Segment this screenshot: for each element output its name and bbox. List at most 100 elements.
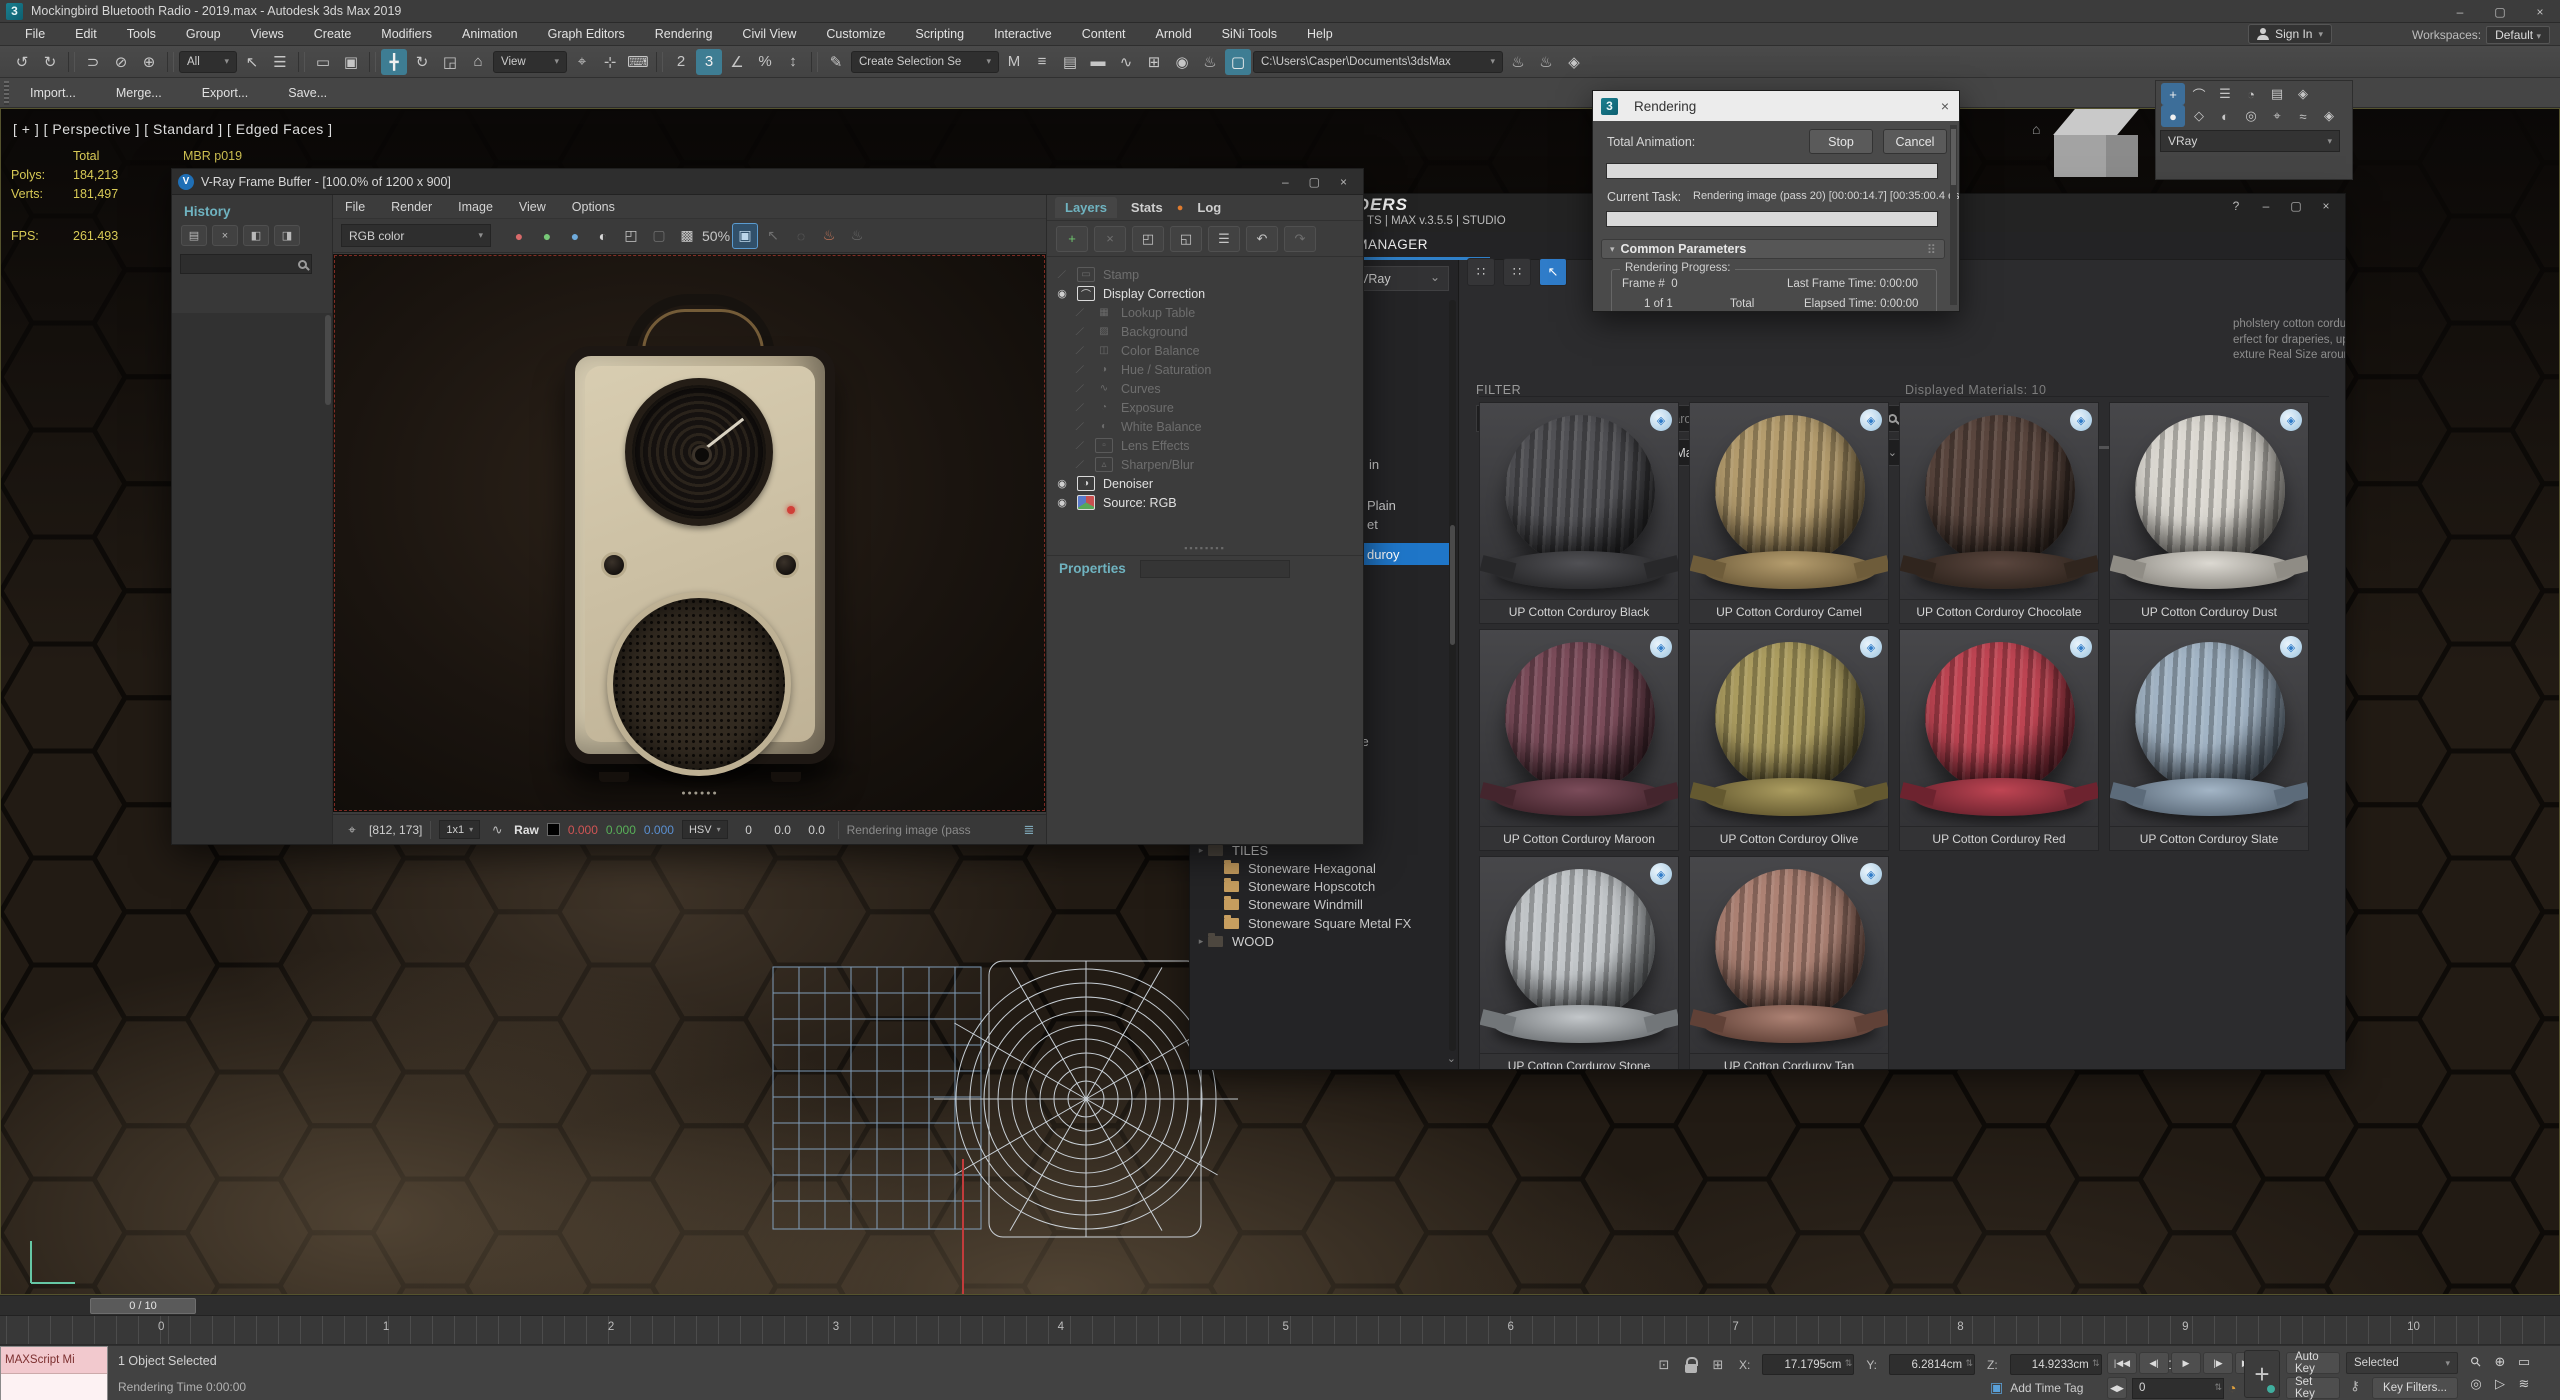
menu-item[interactable]: Rendering <box>640 27 728 41</box>
toolbar-command[interactable]: Save... <box>288 86 327 100</box>
layer-visibility-eye-icon[interactable]: ◉ <box>1057 287 1067 300</box>
edit-named-selection-sets[interactable]: ✎ <box>823 49 849 75</box>
time-slider[interactable]: 0 / 10 <box>0 1295 2560 1316</box>
material-thumbnail[interactable]: ◈ <box>1480 403 1678 599</box>
layer-disabled-icon[interactable]: ∕ <box>1077 345 1084 357</box>
material-thumbnail[interactable]: ◈ <box>1690 857 1888 1053</box>
hierarchy-tab[interactable]: ☰ <box>2213 83 2237 105</box>
material-thumbnail[interactable]: ◈ <box>1690 403 1888 599</box>
viewcube-home-icon[interactable]: ⌂ <box>2032 121 2040 137</box>
menu-item[interactable]: File <box>10 27 60 41</box>
vfb-menu-item[interactable]: Options <box>572 200 615 214</box>
vfb-menu-item[interactable]: File <box>345 200 365 214</box>
toolbar-grip[interactable] <box>4 81 9 105</box>
geometry-category[interactable]: ● <box>2161 105 2185 127</box>
select-by-name[interactable]: ☰ <box>267 49 293 75</box>
vfb-layer-row[interactable]: ◉ ∕ ▵ Sharpen/Blur <box>1047 455 1363 474</box>
material-card[interactable]: ◈ UP Cotton Corduroy Dust <box>2109 402 2309 624</box>
snaps-toggle-3d[interactable]: 3 <box>696 49 722 75</box>
toolbar-command[interactable]: Export... <box>202 86 249 100</box>
vfb-layer-row[interactable]: ◉ ∕ ⌒ Display Correction <box>1047 284 1363 303</box>
set-keys-button[interactable]: + <box>2244 1350 2280 1398</box>
zoom-extents-all[interactable]: ⊕ <box>2489 1351 2511 1373</box>
separator[interactable] <box>369 52 376 72</box>
window-close[interactable]: × <box>2520 0 2560 23</box>
scroll-down-icon[interactable]: ⌄ <box>1447 1052 1456 1065</box>
add-layer[interactable]: + <box>1056 226 1088 252</box>
history-scrollbar[interactable] <box>325 315 331 405</box>
vfb-layer-row[interactable]: ◉ ∕ ◔ Exposure <box>1047 398 1363 417</box>
layer-disabled-icon[interactable]: ∕ <box>1077 402 1084 414</box>
workspaces-control[interactable]: Workspaces: Default ▾ <box>2412 26 2550 44</box>
history-thumbnails[interactable]: ▤ <box>181 225 207 246</box>
render-vray[interactable]: ◈ <box>1561 49 1587 75</box>
viewcube[interactable]: ⌂ <box>2046 108 2156 201</box>
zoom-region[interactable]: ▭ <box>2513 1351 2535 1373</box>
object-category-dropdown[interactable]: VRay <box>2160 130 2340 152</box>
mirror[interactable]: M <box>1001 49 1027 75</box>
tab-log[interactable]: Log <box>1187 197 1231 218</box>
zoom-level-badge[interactable]: 50% <box>702 223 730 249</box>
select-and-link[interactable]: ⊃ <box>80 49 106 75</box>
menu-item[interactable]: Content <box>1067 27 1141 41</box>
layer-visibility-eye-icon[interactable]: ◉ <box>1057 477 1067 490</box>
vfb-maximize[interactable]: ▢ <box>1309 175 1320 189</box>
x-coordinate-field[interactable]: 17.1795cm <box>1762 1354 1854 1375</box>
rollout-grip-icon[interactable]: ⠿ <box>1927 242 1936 257</box>
cameras-category[interactable]: ◎ <box>2239 105 2263 127</box>
color-curve-icon[interactable]: ∿ <box>488 821 506 839</box>
vfb-minimize[interactable]: – <box>1282 175 1289 189</box>
vfb-layer-row[interactable]: ◉ ∕ ▦ Lookup Table <box>1047 303 1363 322</box>
render-setup[interactable]: ♨ <box>1197 49 1223 75</box>
y-coordinate-field[interactable]: 6.2814cm <box>1889 1354 1975 1375</box>
menu-item[interactable]: Group <box>171 27 236 41</box>
select-and-manipulate[interactable]: ⊹ <box>597 49 623 75</box>
maxscript-mini-listener[interactable]: MAXScript Mi <box>0 1346 108 1400</box>
named-selection-sets-dropdown[interactable]: Create Selection Se <box>851 51 999 73</box>
vfb-menu-item[interactable]: View <box>519 200 546 214</box>
vfb-menu-item[interactable]: Image <box>458 200 493 214</box>
vfb-layer-row[interactable]: ◉ ∕ ◈ Source: RGB <box>1047 493 1363 512</box>
rendering-dialog-title-bar[interactable]: 3 Rendering × <box>1593 91 1959 121</box>
field-of-view[interactable]: ▷ <box>2489 1373 2511 1395</box>
window-crossing-toggle[interactable]: ▣ <box>338 49 364 75</box>
material-thumbnail[interactable]: ◈ <box>1900 403 2098 599</box>
menu-item[interactable]: Edit <box>60 27 112 41</box>
layer-disabled-icon[interactable]: ∕ <box>1077 421 1084 433</box>
layer-disabled-icon[interactable]: ∕ <box>1077 440 1084 452</box>
lights-category[interactable]: ◐ <box>2213 105 2237 127</box>
vfb-layer-row[interactable]: ◉ ∕ ▨ Background <box>1047 322 1363 341</box>
render[interactable]: ♨ <box>844 223 870 249</box>
create-tab[interactable]: + <box>2161 83 2185 105</box>
redo[interactable]: ↻ <box>37 49 63 75</box>
auto-key-button[interactable]: Auto Key <box>2286 1352 2340 1374</box>
grid-view[interactable]: ∷ <box>1467 258 1495 286</box>
helpers-category[interactable]: ⌖ <box>2265 105 2289 127</box>
select-and-move[interactable]: ╋ <box>381 49 407 75</box>
isolate-selection-toggle-icon[interactable]: ⊡ <box>1655 1356 1673 1374</box>
panel-splitter[interactable]: ▪▪▪▪▪▪▪▪ <box>1047 543 1363 553</box>
vfb-layer-row[interactable]: ◉ ∕ ◐ White Balance <box>1047 417 1363 436</box>
layers-redo[interactable]: ↷ <box>1284 226 1316 252</box>
material-card[interactable]: ◈ UP Cotton Corduroy Red <box>1899 629 2099 851</box>
tree-scrollbar[interactable] <box>1449 300 1456 1051</box>
render-last[interactable]: ♨ <box>816 223 842 249</box>
pixel-ratio-dropdown[interactable]: 1x1 <box>439 820 480 839</box>
menu-item[interactable]: Scripting <box>900 27 979 41</box>
space-warps-category[interactable]: ≈ <box>2291 105 2315 127</box>
monochromatic-toggle[interactable]: ◐ <box>590 223 616 249</box>
angle-snap-toggle[interactable]: ∠ <box>724 49 750 75</box>
grid-view-settings[interactable]: ∷ <box>1503 258 1531 286</box>
tree-item-fragment[interactable]: Plain <box>1367 498 1396 513</box>
menu-item[interactable]: Graph Editors <box>533 27 640 41</box>
select-and-rotate[interactable]: ↻ <box>409 49 435 75</box>
blue-channel-toggle[interactable]: ● <box>562 223 588 249</box>
history-ab-vertical[interactable]: ◨ <box>274 225 300 246</box>
time-slider-handle[interactable]: 0 / 10 <box>90 1298 196 1314</box>
material-thumbnail[interactable]: ◈ <box>2110 630 2308 826</box>
next-frame[interactable]: |▶ <box>2203 1352 2233 1374</box>
material-thumbnail[interactable]: ◈ <box>1480 857 1678 1053</box>
display-tab[interactable]: ▤ <box>2265 83 2289 105</box>
coordinate-display-icon[interactable]: ⊞ <box>1709 1356 1727 1374</box>
rectangular-selection-region[interactable]: ▭ <box>310 49 336 75</box>
